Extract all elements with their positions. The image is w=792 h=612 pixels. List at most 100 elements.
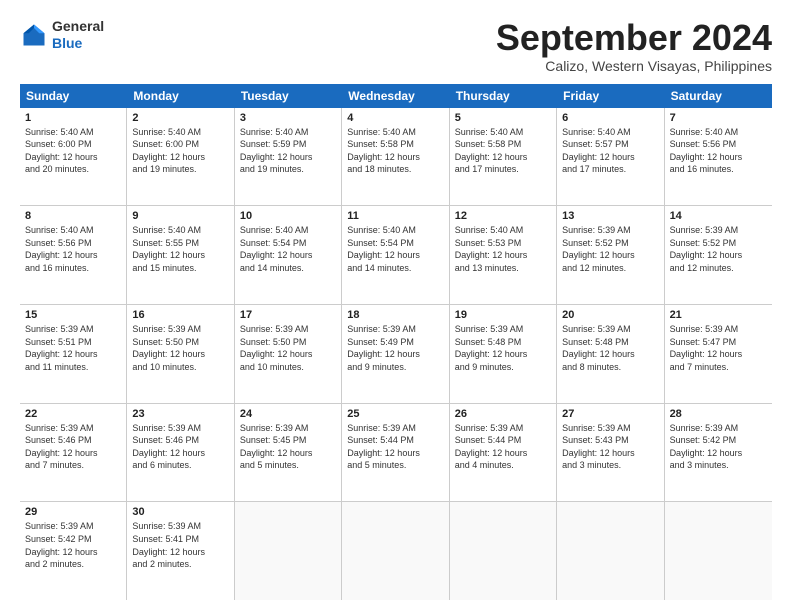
logo-blue: Blue [52,35,82,51]
day-number: 20 [562,309,658,321]
day-number: 21 [670,309,767,321]
day-info: Sunrise: 5:39 AM Sunset: 5:42 PM Dayligh… [670,422,767,472]
cal-cell-1-3: 3Sunrise: 5:40 AM Sunset: 5:59 PM Daylig… [235,108,342,206]
day-number: 10 [240,210,336,222]
day-number: 5 [455,112,551,124]
week-row-2: 8Sunrise: 5:40 AM Sunset: 5:56 PM Daylig… [20,206,772,305]
day-info: Sunrise: 5:39 AM Sunset: 5:50 PM Dayligh… [132,323,228,373]
calendar-body: 1 Sunrise: 5:40 AM Sunset: 6:00 PM Daylig… [20,108,772,600]
cal-cell-1-4: 4 Sunrise: 5:40 AM Sunset: 5:58 PM Daylig… [342,108,449,206]
cal-cell-2-1: 8Sunrise: 5:40 AM Sunset: 5:56 PM Daylig… [20,206,127,304]
day-number: 11 [347,210,443,222]
day-info: Sunrise: 5:40 AM Sunset: 6:00 PM Dayligh… [132,126,228,176]
day-number: 7 [670,112,767,124]
header-wednesday: Wednesday [342,84,449,108]
day-info: Sunrise: 5:39 AM Sunset: 5:42 PM Dayligh… [25,520,121,570]
header-tuesday: Tuesday [235,84,342,108]
calendar-header: Sunday Monday Tuesday Wednesday Thursday… [20,84,772,108]
cal-cell-3-7: 21 Sunrise: 5:39 AM Sunset: 5:47 PM Dayli… [665,305,772,403]
day-number: 24 [240,408,336,420]
week-row-4: 22 Sunrise: 5:39 AM Sunset: 5:46 PM Dayli… [20,404,772,503]
cal-cell-1-7: 7Sunrise: 5:40 AM Sunset: 5:56 PM Daylig… [665,108,772,206]
day-number: 6 [562,112,658,124]
header-saturday: Saturday [665,84,772,108]
day-number: 15 [25,309,121,321]
cal-cell-1-6: 6 Sunrise: 5:40 AM Sunset: 5:57 PM Daylig… [557,108,664,206]
day-info: Sunrise: 5:39 AM Sunset: 5:45 PM Dayligh… [240,422,336,472]
week-row-3: 15Sunrise: 5:39 AM Sunset: 5:51 PM Dayli… [20,305,772,404]
day-info: Sunrise: 5:40 AM Sunset: 5:54 PM Dayligh… [347,224,443,274]
day-info: Sunrise: 5:40 AM Sunset: 6:00 PM Dayligh… [25,126,121,176]
cal-cell-3-5: 19 Sunrise: 5:39 AM Sunset: 5:48 PM Dayli… [450,305,557,403]
page: General Blue September 2024 Calizo, West… [0,0,792,612]
day-info: Sunrise: 5:39 AM Sunset: 5:52 PM Dayligh… [562,224,658,274]
day-info: Sunrise: 5:39 AM Sunset: 5:48 PM Dayligh… [455,323,551,373]
day-number: 27 [562,408,658,420]
week-row-5: 29 Sunrise: 5:39 AM Sunset: 5:42 PM Dayli… [20,502,772,600]
header-thursday: Thursday [450,84,557,108]
day-number: 16 [132,309,228,321]
cal-cell-5-2: 30 Sunrise: 5:39 AM Sunset: 5:41 PM Dayli… [127,502,234,600]
cal-cell-5-7 [665,502,772,600]
cal-cell-2-7: 14Sunrise: 5:39 AM Sunset: 5:52 PM Dayli… [665,206,772,304]
cal-cell-3-6: 20 Sunrise: 5:39 AM Sunset: 5:48 PM Dayli… [557,305,664,403]
header: General Blue September 2024 Calizo, West… [20,18,772,74]
cal-cell-5-3 [235,502,342,600]
day-number: 29 [25,506,121,518]
cal-cell-3-1: 15Sunrise: 5:39 AM Sunset: 5:51 PM Dayli… [20,305,127,403]
day-info: Sunrise: 5:40 AM Sunset: 5:53 PM Dayligh… [455,224,551,274]
day-info: Sunrise: 5:40 AM Sunset: 5:58 PM Dayligh… [455,126,551,176]
title-block: September 2024 Calizo, Western Visayas, … [496,18,772,74]
day-number: 22 [25,408,121,420]
day-info: Sunrise: 5:39 AM Sunset: 5:50 PM Dayligh… [240,323,336,373]
day-number: 14 [670,210,767,222]
day-number: 9 [132,210,228,222]
header-sunday: Sunday [20,84,127,108]
day-number: 17 [240,309,336,321]
day-number: 25 [347,408,443,420]
day-info: Sunrise: 5:39 AM Sunset: 5:49 PM Dayligh… [347,323,443,373]
day-number: 4 [347,112,443,124]
day-info: Sunrise: 5:39 AM Sunset: 5:47 PM Dayligh… [670,323,767,373]
cal-cell-2-2: 9 Sunrise: 5:40 AM Sunset: 5:55 PM Daylig… [127,206,234,304]
day-number: 23 [132,408,228,420]
cal-cell-1-2: 2Sunrise: 5:40 AM Sunset: 6:00 PM Daylig… [127,108,234,206]
day-info: Sunrise: 5:40 AM Sunset: 5:58 PM Dayligh… [347,126,443,176]
cal-cell-4-7: 28 Sunrise: 5:39 AM Sunset: 5:42 PM Dayli… [665,404,772,502]
cal-cell-5-6 [557,502,664,600]
cal-cell-5-5 [450,502,557,600]
week-row-1: 1 Sunrise: 5:40 AM Sunset: 6:00 PM Daylig… [20,108,772,207]
cal-cell-2-4: 11 Sunrise: 5:40 AM Sunset: 5:54 PM Dayli… [342,206,449,304]
day-info: Sunrise: 5:40 AM Sunset: 5:55 PM Dayligh… [132,224,228,274]
cal-cell-4-5: 26Sunrise: 5:39 AM Sunset: 5:44 PM Dayli… [450,404,557,502]
day-info: Sunrise: 5:40 AM Sunset: 5:54 PM Dayligh… [240,224,336,274]
day-info: Sunrise: 5:39 AM Sunset: 5:46 PM Dayligh… [132,422,228,472]
cal-cell-4-4: 25Sunrise: 5:39 AM Sunset: 5:44 PM Dayli… [342,404,449,502]
day-number: 28 [670,408,767,420]
day-number: 30 [132,506,228,518]
day-info: Sunrise: 5:40 AM Sunset: 5:56 PM Dayligh… [25,224,121,274]
day-number: 13 [562,210,658,222]
day-number: 1 [25,112,121,124]
day-number: 26 [455,408,551,420]
day-info: Sunrise: 5:39 AM Sunset: 5:46 PM Dayligh… [25,422,121,472]
day-info: Sunrise: 5:40 AM Sunset: 5:57 PM Dayligh… [562,126,658,176]
day-info: Sunrise: 5:39 AM Sunset: 5:43 PM Dayligh… [562,422,658,472]
subtitle: Calizo, Western Visayas, Philippines [496,58,772,74]
cal-cell-3-2: 16 Sunrise: 5:39 AM Sunset: 5:50 PM Dayli… [127,305,234,403]
logo-general: General [52,18,104,34]
cal-cell-4-6: 27 Sunrise: 5:39 AM Sunset: 5:43 PM Dayli… [557,404,664,502]
day-number: 19 [455,309,551,321]
day-info: Sunrise: 5:39 AM Sunset: 5:41 PM Dayligh… [132,520,228,570]
cal-cell-1-5: 5 Sunrise: 5:40 AM Sunset: 5:58 PM Daylig… [450,108,557,206]
day-number: 18 [347,309,443,321]
cal-cell-1-1: 1 Sunrise: 5:40 AM Sunset: 6:00 PM Daylig… [20,108,127,206]
cal-cell-4-1: 22 Sunrise: 5:39 AM Sunset: 5:46 PM Dayli… [20,404,127,502]
day-info: Sunrise: 5:39 AM Sunset: 5:48 PM Dayligh… [562,323,658,373]
calendar: Sunday Monday Tuesday Wednesday Thursday… [20,84,772,600]
logo-text: General Blue [52,18,104,52]
logo: General Blue [20,18,104,52]
cal-cell-3-4: 18 Sunrise: 5:39 AM Sunset: 5:49 PM Dayli… [342,305,449,403]
cal-cell-4-2: 23 Sunrise: 5:39 AM Sunset: 5:46 PM Dayli… [127,404,234,502]
header-monday: Monday [127,84,234,108]
